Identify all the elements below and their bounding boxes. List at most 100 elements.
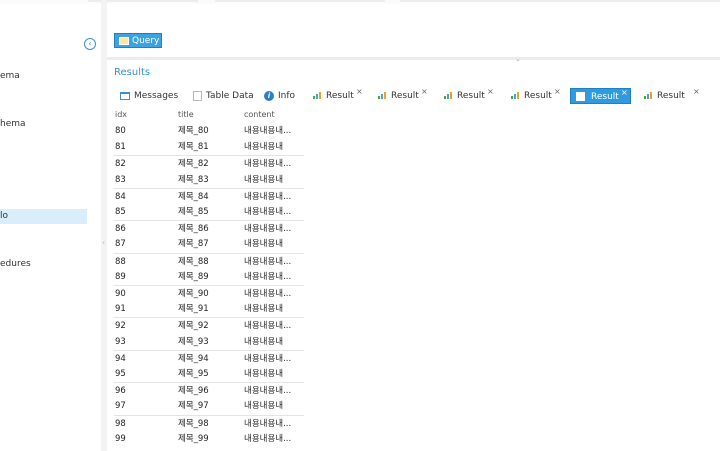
main-panel: Query ⌄ Results Messages Table Data i Inf…: [107, 0, 720, 451]
table-row[interactable]: 98 제목_98 내용내용내...: [114, 414, 304, 432]
tab-info[interactable]: i Info: [264, 88, 295, 104]
table-cell: 제목_96: [178, 386, 209, 397]
table-cell: 86: [115, 224, 126, 235]
table-row[interactable]: 94 제목_94 내용내용내...: [114, 349, 304, 367]
table-row[interactable]: 93 제목_93 내용내용내: [114, 334, 304, 350]
tab-result-3[interactable]: Result ×: [444, 87, 500, 104]
tab-result-6[interactable]: Result ×: [644, 87, 704, 104]
table-row[interactable]: 90 제목_90 내용내용내...: [114, 285, 304, 302]
result-chart-icon: [313, 92, 322, 99]
close-tab-icon[interactable]: ×: [621, 85, 628, 101]
tab-result-active[interactable]: Result ×: [570, 88, 631, 104]
table-cell: 96: [115, 386, 126, 397]
table-cell: 내용내용내...: [244, 289, 292, 299]
table-cell: 내용내용내...: [244, 353, 292, 364]
table-row[interactable]: 97 제목_97 내용내용내: [114, 398, 304, 414]
table-row[interactable]: 88 제목_88 내용내용내...: [114, 252, 304, 270]
close-tab-icon[interactable]: ×: [487, 84, 494, 100]
splitter-grip-icon[interactable]: ‹: [102, 238, 105, 247]
table-cell: 제목_95: [178, 369, 209, 379]
table-row[interactable]: 87 제목_87 내용내용내: [114, 236, 304, 252]
tab-label: Info: [278, 91, 296, 101]
sidebar-item-schema[interactable]: ema: [0, 71, 20, 81]
table-cell: 85: [115, 207, 126, 217]
tab-result-4[interactable]: Result ×: [511, 87, 567, 104]
sidebar-item-procedures[interactable]: edures: [0, 259, 31, 269]
result-chart-icon: [644, 92, 653, 99]
table-cell: 내용내용내...: [244, 433, 292, 444]
table-cell: 내용내용내...: [244, 271, 292, 282]
table-cell: 제목_90: [178, 289, 209, 299]
table-row[interactable]: 96 제목_96 내용내용내...: [114, 382, 304, 399]
tab-label: Messages: [134, 91, 179, 101]
result-grid-icon: [576, 92, 585, 101]
table-cell: 90: [115, 289, 126, 299]
result-chart-icon: [511, 92, 520, 99]
close-tab-icon[interactable]: ×: [421, 84, 428, 100]
table-cell: 내용내용내...: [244, 159, 292, 170]
table-cell: 89: [115, 271, 126, 282]
info-icon: i: [264, 90, 274, 101]
tab-messages[interactable]: Messages: [120, 88, 178, 104]
table-row[interactable]: 83 제목_83 내용내용내: [114, 172, 304, 188]
column-header-content[interactable]: content: [244, 110, 275, 119]
column-header-title[interactable]: title: [178, 110, 194, 119]
close-tab-icon[interactable]: ×: [356, 84, 363, 100]
close-tab-icon[interactable]: ×: [693, 84, 700, 100]
table-cell: 91: [115, 304, 126, 315]
table-row[interactable]: 80 제목_80 내용내용내...: [114, 123, 304, 139]
tab-result-1[interactable]: Result ×: [313, 87, 369, 104]
table-cell: 내용내용내...: [244, 191, 292, 202]
table-cell: 내용내용내: [244, 401, 284, 412]
table-row[interactable]: 85 제목_85 내용내용내...: [114, 204, 304, 220]
splitter-grip-down-icon[interactable]: ⌄: [515, 55, 521, 63]
table-cell: 내용내용내...: [244, 126, 292, 136]
table-cell: 제목_97: [178, 401, 209, 412]
table-row[interactable]: 91 제목_91 내용내용내: [114, 301, 304, 317]
table-row[interactable]: 95 제목_95 내용내용내: [114, 366, 304, 382]
table-cell: 제목_98: [178, 418, 209, 429]
table-row[interactable]: 92 제목_92 내용내용내...: [114, 317, 304, 334]
table-cell: 내용내용내...: [244, 256, 292, 267]
table-row[interactable]: 89 제목_89 내용내용내...: [114, 269, 304, 285]
table-cell: 제목_85: [178, 207, 209, 217]
table-cell: 88: [115, 256, 126, 267]
sidebar-item-schema-2[interactable]: hema: [0, 119, 26, 129]
collapse-sidebar-icon[interactable]: ‹: [84, 38, 96, 50]
column-header-idx[interactable]: idx: [115, 110, 127, 119]
table-row[interactable]: 84 제목_84 내용내용내...: [114, 187, 304, 205]
table-cell: 내용내용내...: [244, 224, 292, 235]
tab-result-2[interactable]: Result ×: [378, 87, 434, 104]
table-cell: 97: [115, 401, 126, 412]
table-cell: 제목_89: [178, 271, 209, 282]
table-cell: 제목_83: [178, 174, 209, 185]
table-row[interactable]: 99 제목_99 내용내용내...: [114, 431, 304, 447]
results-tabbar: Messages Table Data i Info Result × Resul…: [107, 87, 720, 104]
table-cell: 80: [115, 126, 126, 136]
tab-label: Result: [524, 91, 552, 101]
table-row[interactable]: 81 제목_81 내용내용내: [114, 139, 304, 155]
horizontal-splitter[interactable]: [107, 57, 720, 60]
tab-label: Result: [326, 91, 354, 101]
tab-label: Result: [391, 91, 419, 101]
table-cell: 81: [115, 142, 126, 153]
table-cell: 92: [115, 321, 126, 332]
tab-table-data[interactable]: Table Data: [193, 88, 254, 104]
table-row[interactable]: 86 제목_86 내용내용내...: [114, 220, 304, 237]
table-cell: 제목_99: [178, 433, 209, 444]
object-sidebar: ‹ ema hema lo edures: [0, 4, 101, 451]
table-cell: 87: [115, 239, 126, 250]
table-cell: 내용내용내: [244, 369, 284, 379]
table-cell: 99: [115, 433, 126, 444]
table-cell: 84: [115, 191, 126, 202]
close-tab-icon[interactable]: ×: [554, 84, 561, 100]
query-button[interactable]: Query: [114, 33, 162, 48]
table-cell: 제목_80: [178, 126, 209, 136]
sidebar-item-selected[interactable]: lo: [0, 209, 87, 224]
table-cell: 93: [115, 336, 126, 347]
messages-icon: [120, 91, 130, 100]
table-cell: 제목_92: [178, 321, 209, 332]
tab-label: Result: [591, 92, 619, 102]
table-cell: 제목_93: [178, 336, 209, 347]
table-row[interactable]: 82 제목_82 내용내용내...: [114, 155, 304, 172]
